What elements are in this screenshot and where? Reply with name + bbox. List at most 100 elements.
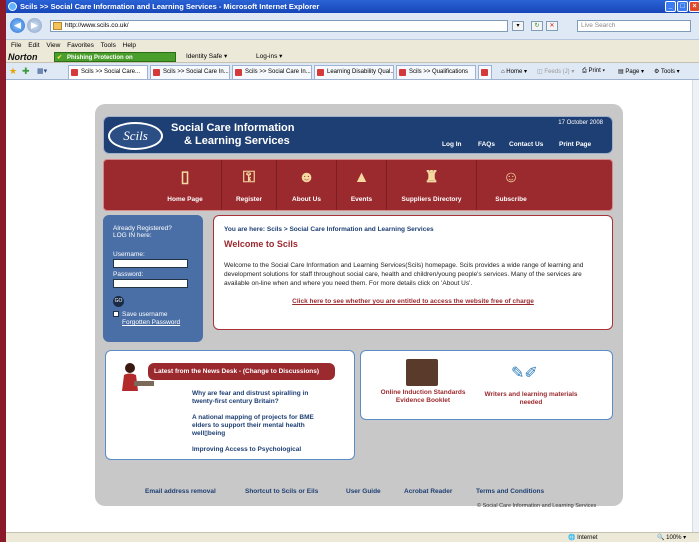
contact-us-link[interactable]: Contact Us: [509, 141, 543, 148]
welcome-text: Welcome to the Social Care Information a…: [224, 262, 584, 287]
password-field[interactable]: [113, 279, 188, 288]
username-field[interactable]: [113, 259, 188, 268]
booklet-icon[interactable]: [406, 359, 438, 386]
desk-icon: ♜: [424, 169, 439, 186]
brand-line-1: Social Care Information: [171, 122, 295, 134]
menu-bar: File Edit View Favorites Tools Help: [6, 40, 699, 51]
norton-logo: Norton: [8, 52, 38, 62]
nav-register[interactable]: ⚿ Register: [222, 160, 277, 210]
main-nav: ▯ Home Page ⚿ Register ☻ About Us ▲ Even…: [103, 159, 613, 211]
tab-scils-3[interactable]: Scils >> Social Care In...: [232, 65, 312, 79]
tab-scils-1[interactable]: Scils >> Social Care...: [68, 65, 148, 79]
feeds-button[interactable]: ◫ Feeds (J) ▾: [537, 68, 574, 75]
norton-toolbar: Norton Phishing Protection on Identity S…: [6, 51, 699, 63]
title-bar: Scils >> Social Care Information and Lea…: [6, 0, 699, 13]
easel-icon: ▲: [353, 169, 370, 186]
search-input[interactable]: Live Search: [577, 20, 691, 32]
news-item-psychological[interactable]: Improving Access to Psychological: [192, 446, 342, 454]
tab-qualifications[interactable]: Scils >> Qualifications: [396, 65, 476, 79]
footer-user-guide[interactable]: User Guide: [346, 483, 381, 500]
current-date: 17 October 2008: [558, 120, 603, 126]
nav-events[interactable]: ▲ Events: [337, 160, 387, 210]
address-field[interactable]: http://www.scils.co.uk/: [50, 20, 508, 32]
stop-icon[interactable]: ✕: [546, 21, 558, 31]
nav-about-us[interactable]: ☻ About Us: [277, 160, 337, 210]
refresh-icon[interactable]: ↻: [531, 21, 543, 31]
username-label: Username:: [113, 251, 145, 258]
favorites-star-icon[interactable]: ★: [9, 66, 17, 77]
tab-learning-disability[interactable]: Learning Disability Qual...: [314, 65, 394, 79]
login-intro-2: LOG IN here:: [113, 232, 152, 239]
browser-window: Scils >> Social Care Information and Lea…: [6, 0, 699, 542]
print-button[interactable]: ⎙ Print ▾: [582, 68, 605, 75]
news-item-fear[interactable]: Why are fear and distrust spiralling in …: [192, 390, 322, 406]
page-favicon: [53, 22, 62, 30]
breadcrumb: You are here: Scils > Social Care Inform…: [224, 226, 434, 233]
window-title: Scils >> Social Care Information and Lea…: [20, 2, 320, 11]
address-toolbar: ◀ ▶ http://www.scils.co.uk/ ▾ ↻ ✕ Live S…: [6, 13, 699, 40]
password-label: Password:: [113, 271, 144, 278]
zoom-level[interactable]: 🔍 100% ▾: [657, 533, 686, 542]
save-username-checkbox[interactable]: [113, 311, 119, 318]
faqs-link[interactable]: FAQs: [478, 141, 495, 148]
menu-tools[interactable]: Tools: [101, 42, 116, 49]
footer-acrobat-reader[interactable]: Acrobat Reader: [404, 483, 452, 500]
print-page-link[interactable]: Print Page: [559, 141, 591, 148]
identity-safe-button[interactable]: Identity Safe ▾: [186, 51, 227, 63]
menu-view[interactable]: View: [46, 42, 60, 49]
free-access-link[interactable]: Click here to see whether you are entitl…: [224, 298, 602, 305]
promo-panel: Online Induction Standards Evidence Book…: [360, 350, 613, 420]
add-favorite-icon[interactable]: ✚: [22, 66, 30, 77]
menu-edit[interactable]: Edit: [28, 42, 39, 49]
maximize-button[interactable]: □: [677, 1, 688, 12]
login-intro: Already Registered?: [113, 225, 172, 232]
new-tab-button[interactable]: [478, 65, 492, 79]
back-icon[interactable]: ◀: [10, 18, 25, 33]
footer-links: Email address removal Shortcut to Scils …: [103, 483, 615, 500]
page-content: Scils Social Care Information & Learning…: [6, 80, 699, 532]
group-icon: ☻: [298, 169, 315, 186]
news-item-bme-elders[interactable]: A national mapping of projects for BME e…: [192, 414, 320, 438]
door-icon: ▯: [180, 169, 190, 186]
scils-site: Scils Social Care Information & Learning…: [95, 104, 623, 509]
footer-email-removal[interactable]: Email address removal: [145, 483, 216, 500]
ie-icon: [8, 2, 17, 11]
footer-shortcut[interactable]: Shortcut to Scils or Eils: [245, 483, 318, 500]
news-panel: Latest from the News Desk - (Change to D…: [105, 350, 355, 460]
login-link[interactable]: Log In: [442, 141, 462, 148]
tab-bar: ★ ✚ ▦▾ Scils >> Social Care... Scils >> …: [6, 63, 699, 80]
page-menu-button[interactable]: ▤ Page ▾: [618, 68, 644, 75]
copyright: © Social Care Information and Learning S…: [477, 503, 597, 509]
people-icon: ☺: [502, 169, 520, 186]
forgotten-password-link[interactable]: Forgotten Password: [122, 319, 193, 326]
login-panel: Already Registered? LOG IN here: Usernam…: [103, 215, 203, 342]
menu-help[interactable]: Help: [123, 42, 136, 49]
menu-file[interactable]: File: [11, 42, 21, 49]
scils-logo[interactable]: Scils: [108, 122, 163, 150]
induction-booklet-link[interactable]: Online Induction Standards Evidence Book…: [373, 389, 473, 405]
address-dropdown-icon[interactable]: ▾: [512, 21, 524, 31]
news-header-button[interactable]: Latest from the News Desk - (Change to D…: [148, 363, 335, 380]
phishing-protection-button[interactable]: Phishing Protection on: [54, 52, 176, 63]
nav-home-page[interactable]: ▯ Home Page: [149, 160, 222, 210]
vertical-scrollbar[interactable]: [692, 80, 699, 532]
nav-suppliers-directory[interactable]: ♜ Suppliers Directory: [387, 160, 477, 210]
forward-icon[interactable]: ▶: [27, 18, 42, 33]
welcome-panel: You are here: Scils > Social Care Inform…: [213, 215, 613, 330]
pencils-icon[interactable]: ✎✐: [511, 363, 547, 385]
logins-button[interactable]: Log-ins ▾: [256, 51, 282, 63]
page-title: Welcome to Scils: [224, 239, 298, 249]
menu-favorites[interactable]: Favorites: [67, 42, 94, 49]
quick-tabs-icon[interactable]: ▦▾: [37, 67, 47, 75]
go-button[interactable]: GO: [113, 296, 124, 307]
key-icon: ⚿: [242, 169, 256, 186]
nav-subscribe[interactable]: ☺ Subscribe: [477, 160, 545, 210]
footer-terms[interactable]: Terms and Conditions: [476, 483, 544, 500]
minimize-button[interactable]: _: [665, 1, 676, 12]
close-button[interactable]: ×: [689, 1, 699, 12]
home-button[interactable]: ⌂ Home ▾: [501, 68, 527, 75]
site-header: Scils Social Care Information & Learning…: [103, 116, 613, 154]
tab-scils-2[interactable]: Scils >> Social Care In...: [150, 65, 230, 79]
writers-needed-link[interactable]: Writers and learning materials needed: [481, 391, 581, 407]
tools-menu-button[interactable]: ⚙ Tools ▾: [654, 68, 680, 75]
